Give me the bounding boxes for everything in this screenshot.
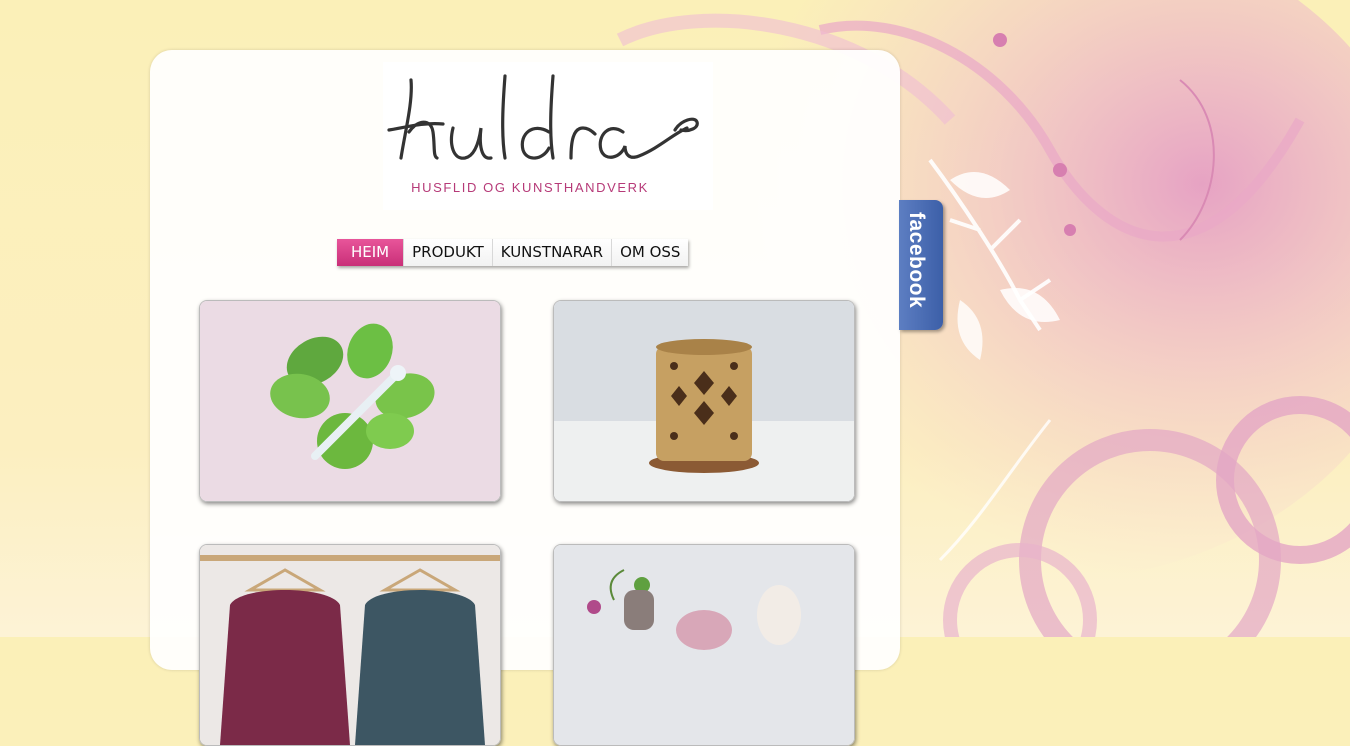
logo-wordmark (387, 74, 699, 160)
product-tile-vases[interactable] (553, 544, 855, 746)
product-tile-shawls[interactable] (199, 544, 501, 746)
shawls-image (200, 545, 500, 745)
nav-item-kunstnarar[interactable]: KUNSTNARAR (492, 239, 613, 266)
nav-item-heim[interactable]: HEIM (337, 239, 405, 266)
facebook-tab[interactable]: facebook (899, 200, 943, 330)
product-tile-lantern[interactable] (553, 300, 855, 502)
tagline: HUSFLID OG KUNSTHANDVERK (411, 180, 649, 195)
vases-image (554, 545, 854, 745)
product-tile-butterfly[interactable] (199, 300, 501, 502)
main-nav: HEIM PRODUKT KUNSTNARAR OM OSS (337, 239, 689, 266)
lantern-image (554, 301, 854, 501)
facebook-label: facebook (905, 212, 928, 309)
nav-item-produkt[interactable]: PRODUKT (404, 239, 493, 266)
butterfly-image (200, 301, 500, 501)
nav-item-om-oss[interactable]: OM OSS (612, 239, 689, 266)
